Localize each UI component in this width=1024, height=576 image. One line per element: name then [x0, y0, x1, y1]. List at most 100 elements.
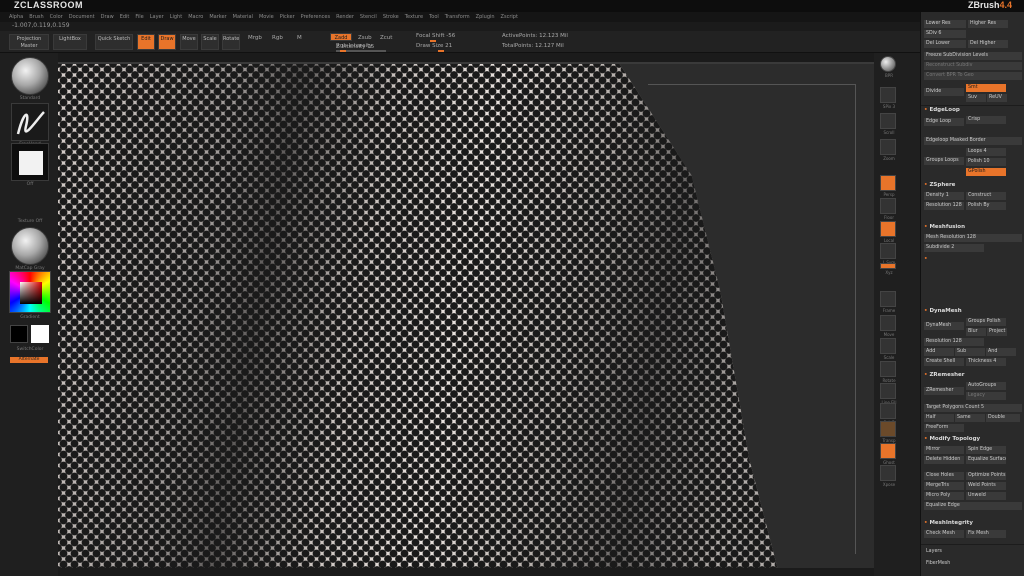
- mirror-button[interactable]: Mirror: [924, 446, 964, 454]
- polyf-icon[interactable]: [880, 403, 896, 419]
- target-polygons-slider[interactable]: Target Polygons Count 5: [924, 404, 1022, 412]
- canvas-viewport[interactable]: [58, 62, 874, 568]
- subdivide-slider[interactable]: Subdivide 2: [924, 244, 984, 252]
- groups-polish-button[interactable]: Groups Polish: [966, 318, 1006, 326]
- reconstruct-subdiv-button[interactable]: Reconstruct Subdiv: [924, 62, 1022, 70]
- lower-res-button[interactable]: Lower Res: [924, 20, 966, 28]
- menu-zscript[interactable]: Zscript: [501, 14, 518, 20]
- close-holes-button[interactable]: Close Holes: [924, 472, 964, 480]
- scale-tool-icon[interactable]: [880, 338, 896, 354]
- mesh-resolution-slider[interactable]: Mesh Resolution 128: [924, 234, 1022, 242]
- move-button[interactable]: Move: [180, 34, 198, 50]
- stroke-thumbnail[interactable]: [11, 103, 49, 141]
- menu-color[interactable]: Color: [50, 14, 63, 20]
- alpha-thumbnail[interactable]: [11, 143, 49, 181]
- brush-thumbnail[interactable]: [11, 57, 49, 95]
- draw-size-handle[interactable]: [438, 50, 444, 52]
- zcut-button[interactable]: Zcut: [380, 35, 392, 41]
- secondary-color-swatch[interactable]: [31, 325, 49, 343]
- xyz-icon[interactable]: [880, 263, 896, 269]
- polish-by-button[interactable]: Polish By: [966, 202, 1006, 210]
- fix-mesh-button[interactable]: Fix Mesh: [966, 530, 1006, 538]
- zsphere-resolution-slider[interactable]: Resolution 128: [924, 202, 964, 210]
- freeform-button[interactable]: FreeForm: [924, 424, 964, 432]
- menu-stroke[interactable]: Stroke: [383, 14, 399, 20]
- smt-toggle[interactable]: Smt: [966, 84, 1006, 92]
- move-tool-icon[interactable]: [880, 315, 896, 331]
- scroll-icon[interactable]: [880, 113, 896, 129]
- loops-slider[interactable]: Loops 4: [966, 148, 1006, 156]
- del-lower-button[interactable]: Del Lower: [924, 40, 966, 48]
- zremesher-header[interactable]: ZRemesher: [924, 372, 964, 378]
- dynamesh-header[interactable]: DynaMesh: [924, 308, 961, 314]
- density-slider[interactable]: Density 1: [924, 192, 964, 200]
- transp-icon[interactable]: [880, 421, 896, 437]
- menu-render[interactable]: Render: [336, 14, 354, 20]
- ghost-icon[interactable]: [880, 443, 896, 459]
- menu-layer[interactable]: Layer: [150, 14, 164, 20]
- equalize-surface-button[interactable]: Equalize Surface Area: [966, 456, 1006, 464]
- dynamesh-button[interactable]: DynaMesh: [924, 322, 964, 330]
- thickness-slider[interactable]: Thickness 4: [966, 358, 1006, 366]
- convert-bpr-button[interactable]: Convert BPR To Geo: [924, 72, 1022, 80]
- bpr-render-icon[interactable]: [880, 56, 896, 72]
- dynamesh-resolution-slider[interactable]: Resolution 128: [924, 338, 984, 346]
- focal-shift-slider[interactable]: Focal Shift -56: [416, 33, 455, 39]
- main-color-swatch[interactable]: [10, 325, 28, 343]
- double-button[interactable]: Double: [986, 414, 1020, 422]
- edit-button[interactable]: Edit: [137, 34, 155, 50]
- menu-tool[interactable]: Tool: [429, 14, 439, 20]
- higher-res-button[interactable]: Higher Res: [968, 20, 1008, 28]
- menu-alpha[interactable]: Alpha: [9, 14, 23, 20]
- zadd-button[interactable]: Zadd: [330, 33, 352, 41]
- fibermesh-subpalette[interactable]: FiberMesh: [924, 560, 1022, 568]
- menu-material[interactable]: Material: [233, 14, 253, 20]
- weld-points-button[interactable]: Weld Points: [966, 482, 1006, 490]
- floor-icon[interactable]: [880, 198, 896, 214]
- menu-stencil[interactable]: Stencil: [360, 14, 377, 20]
- line-fill-icon[interactable]: [880, 383, 896, 399]
- local-icon[interactable]: [880, 221, 896, 237]
- spin-edge-button[interactable]: Spin Edge: [966, 446, 1006, 454]
- quick-sketch-button[interactable]: Quick Sketch: [95, 34, 133, 50]
- zsub-button[interactable]: Zsub: [358, 35, 372, 41]
- and-button[interactable]: And: [986, 348, 1016, 356]
- micro-poly-button[interactable]: Micro Poly: [924, 492, 964, 500]
- menu-zplugin[interactable]: Zplugin: [476, 14, 495, 20]
- same-button[interactable]: Same: [955, 414, 985, 422]
- layers-subpalette[interactable]: Layers: [924, 548, 1022, 556]
- groups-loops-button[interactable]: Groups Loops: [924, 157, 964, 165]
- mrgb-toggle[interactable]: Mrgb: [248, 35, 262, 41]
- menu-movie[interactable]: Movie: [259, 14, 274, 20]
- sub-button[interactable]: Sub: [955, 348, 985, 356]
- autogroups-toggle[interactable]: AutoGroups: [966, 382, 1006, 390]
- polish-slider[interactable]: Polish 10: [966, 158, 1006, 166]
- alternate-button[interactable]: Alternate: [10, 357, 48, 363]
- material-thumbnail[interactable]: [11, 227, 49, 265]
- menu-transform[interactable]: Transform: [445, 14, 470, 20]
- edgeloop-header[interactable]: EdgeLoop: [924, 107, 959, 113]
- add-button[interactable]: Add: [924, 348, 954, 356]
- edge-loop-button[interactable]: Edge Loop: [924, 118, 964, 126]
- menu-document[interactable]: Document: [69, 14, 95, 20]
- frame-icon[interactable]: [880, 291, 896, 307]
- delete-hidden-button[interactable]: Delete Hidden: [924, 456, 964, 464]
- crisp-button[interactable]: Crisp: [966, 116, 1006, 124]
- blur-slider[interactable]: Blur: [966, 328, 986, 336]
- construct-button[interactable]: Construct: [966, 192, 1006, 200]
- xpose-icon[interactable]: [880, 465, 896, 481]
- menu-edit[interactable]: Edit: [120, 14, 130, 20]
- lightbox-button[interactable]: LightBox: [53, 34, 87, 50]
- color-picker[interactable]: [9, 271, 51, 313]
- gpolish-toggle[interactable]: GPolish: [966, 168, 1006, 176]
- check-mesh-button[interactable]: Check Mesh: [924, 530, 964, 538]
- switch-color-label[interactable]: SwitchColor: [8, 347, 52, 352]
- draw-size-slider[interactable]: Draw Size 21: [416, 43, 452, 49]
- zoom-icon[interactable]: [880, 139, 896, 155]
- half-button[interactable]: Half: [924, 414, 954, 422]
- dynamesh-toggle-header[interactable]: [924, 256, 928, 262]
- z-intensity-handle[interactable]: [340, 50, 346, 52]
- rgb-toggle[interactable]: Rgb: [272, 35, 283, 41]
- edgeloop-masked-border-button[interactable]: Edgeloop Masked Border: [924, 137, 1022, 145]
- menu-brush[interactable]: Brush: [29, 14, 43, 20]
